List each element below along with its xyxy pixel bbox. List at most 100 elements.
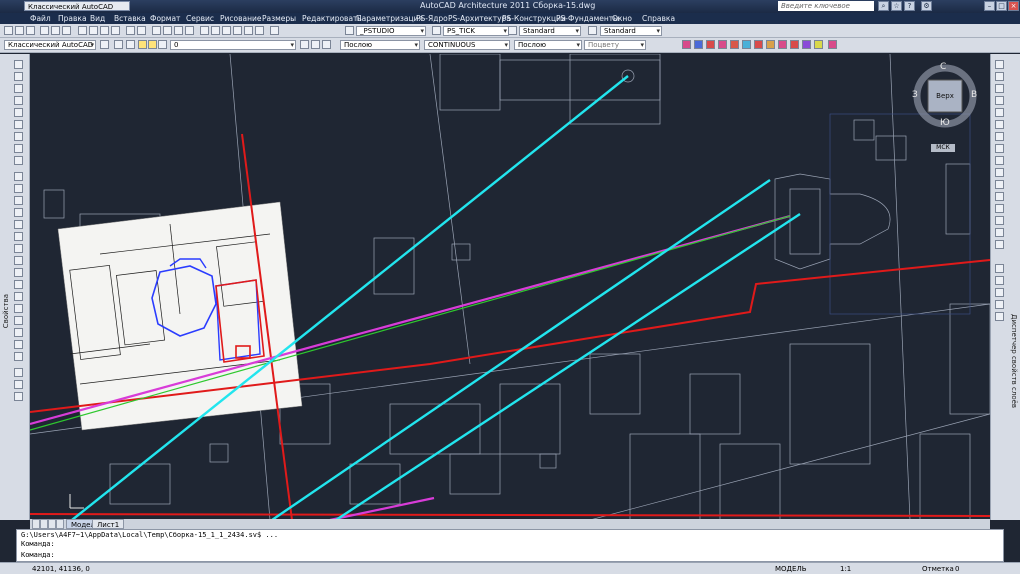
command-prompt[interactable]: Команда: <box>21 551 55 559</box>
search-input[interactable]: Введите ключевое слово/фразу <box>778 1 874 20</box>
lineweight-select[interactable]: Послою <box>514 40 582 50</box>
minimize-icon[interactable]: – <box>984 1 995 11</box>
settings-icon[interactable]: ⚙ <box>921 1 932 11</box>
tool-icon[interactable] <box>995 72 1004 81</box>
preview-icon[interactable] <box>51 26 60 35</box>
tab-scroll-last-icon[interactable] <box>56 519 64 529</box>
menu-item[interactable]: Окно <box>612 14 632 23</box>
tab-scroll-first-icon[interactable] <box>32 519 40 529</box>
new-icon[interactable] <box>4 26 13 35</box>
chamfer-icon[interactable] <box>14 328 23 337</box>
array-icon[interactable] <box>14 220 23 229</box>
menu-item[interactable]: Редактировать <box>302 14 362 23</box>
menu-item[interactable]: Правка <box>58 14 87 23</box>
tool-icon[interactable] <box>995 300 1004 309</box>
menu-item[interactable]: Файл <box>30 14 51 23</box>
ps-tool-icon[interactable] <box>718 40 727 49</box>
design-center-icon[interactable] <box>211 26 220 35</box>
hatch-icon[interactable] <box>14 368 23 377</box>
tool-icon[interactable] <box>995 120 1004 129</box>
zoom-realtime-icon[interactable] <box>163 26 172 35</box>
explode-icon[interactable] <box>14 352 23 361</box>
open-icon[interactable] <box>15 26 24 35</box>
tool-icon[interactable] <box>995 276 1004 285</box>
linetype-select[interactable]: CONTINUOUS <box>424 40 510 50</box>
break-icon[interactable] <box>14 304 23 313</box>
make-current-icon[interactable] <box>300 40 309 49</box>
copy-object-icon[interactable] <box>14 184 23 193</box>
polygon-icon[interactable] <box>14 96 23 105</box>
tool-icon[interactable] <box>995 288 1004 297</box>
circle-icon[interactable] <box>14 132 23 141</box>
ps-tool-icon[interactable] <box>694 40 703 49</box>
tool-icon[interactable] <box>995 96 1004 105</box>
command-line[interactable]: G:\Users\A4F7~1\AppData\Local\Temp\Сборк… <box>16 529 1004 562</box>
tool-icon[interactable] <box>995 156 1004 165</box>
ucs-menu[interactable]: МСК <box>931 144 955 152</box>
menu-item[interactable]: Вставка <box>114 14 146 23</box>
tool-icon[interactable] <box>995 144 1004 153</box>
tool-icon[interactable] <box>995 264 1004 273</box>
tool-icon[interactable] <box>995 312 1004 321</box>
menu-item[interactable]: PS-Ядро <box>416 14 448 23</box>
color-select[interactable]: Послою <box>340 40 420 50</box>
text-style-icon[interactable] <box>345 26 354 35</box>
star-icon[interactable]: ☆ <box>891 1 902 11</box>
tool-icon[interactable] <box>995 228 1004 237</box>
ps-tool-icon[interactable] <box>742 40 751 49</box>
zoom-window-icon[interactable] <box>174 26 183 35</box>
tool-icon[interactable] <box>995 240 1004 249</box>
mleader-style-icon[interactable] <box>588 26 597 35</box>
workspace-label[interactable]: Отметка <box>922 565 954 573</box>
redo-icon[interactable] <box>137 26 146 35</box>
plotstyle-select[interactable]: Поцвету <box>584 40 646 50</box>
menu-item[interactable]: Формат <box>150 14 180 23</box>
ps-tool-icon[interactable] <box>790 40 799 49</box>
sun-icon[interactable] <box>148 40 157 49</box>
tool-icon[interactable] <box>995 108 1004 117</box>
layer-select[interactable]: 0 <box>170 40 296 50</box>
menu-item[interactable]: Параметризация <box>356 14 423 23</box>
ps-tool-icon[interactable] <box>754 40 763 49</box>
ps-tool-icon[interactable] <box>778 40 787 49</box>
ps-tool-icon[interactable] <box>682 40 691 49</box>
tab-scroll-prev-icon[interactable] <box>40 519 48 529</box>
xline-icon[interactable] <box>14 72 23 81</box>
tool-icon[interactable] <box>995 60 1004 69</box>
menu-item[interactable]: Сервис <box>186 14 214 23</box>
revcloud-icon[interactable] <box>14 144 23 153</box>
print-icon[interactable] <box>40 26 49 35</box>
line-icon[interactable] <box>14 60 23 69</box>
close-icon[interactable]: × <box>1008 1 1019 11</box>
help-icon[interactable]: ? <box>904 1 915 11</box>
tool-icon[interactable] <box>995 216 1004 225</box>
properties-palette-label[interactable]: Свойства <box>2 294 10 328</box>
undo-icon[interactable] <box>126 26 135 35</box>
menu-item[interactable]: Размеры <box>262 14 296 23</box>
lightbulb-icon[interactable] <box>138 40 147 49</box>
extend-icon[interactable] <box>14 292 23 301</box>
ps-tool-icon[interactable] <box>730 40 739 49</box>
tab-sheet1[interactable]: Лист1 <box>92 519 125 529</box>
maximize-icon[interactable]: □ <box>996 1 1007 11</box>
menu-item[interactable]: Рисование <box>220 14 262 23</box>
properties-icon[interactable] <box>200 26 209 35</box>
dim-style-icon[interactable] <box>432 26 441 35</box>
workspace-select[interactable]: Классический AutoCAD <box>4 40 96 50</box>
menu-item[interactable]: Справка <box>642 14 675 23</box>
menu-item[interactable]: PS-Фундаменты <box>556 14 619 23</box>
mleader-style-select[interactable]: Standard <box>600 26 662 36</box>
tool-icon[interactable] <box>995 204 1004 213</box>
help-icon[interactable] <box>270 26 279 35</box>
offset-icon[interactable] <box>14 208 23 217</box>
rotate-icon[interactable] <box>14 244 23 253</box>
tool-icon[interactable] <box>995 180 1004 189</box>
layer-iso-icon[interactable] <box>322 40 331 49</box>
polyline-icon[interactable] <box>14 84 23 93</box>
zoom-previous-icon[interactable] <box>185 26 194 35</box>
mirror-icon[interactable] <box>14 196 23 205</box>
erase-icon[interactable] <box>14 172 23 181</box>
markup-icon[interactable] <box>244 26 253 35</box>
publish-icon[interactable] <box>62 26 71 35</box>
tool-palettes-icon[interactable] <box>222 26 231 35</box>
